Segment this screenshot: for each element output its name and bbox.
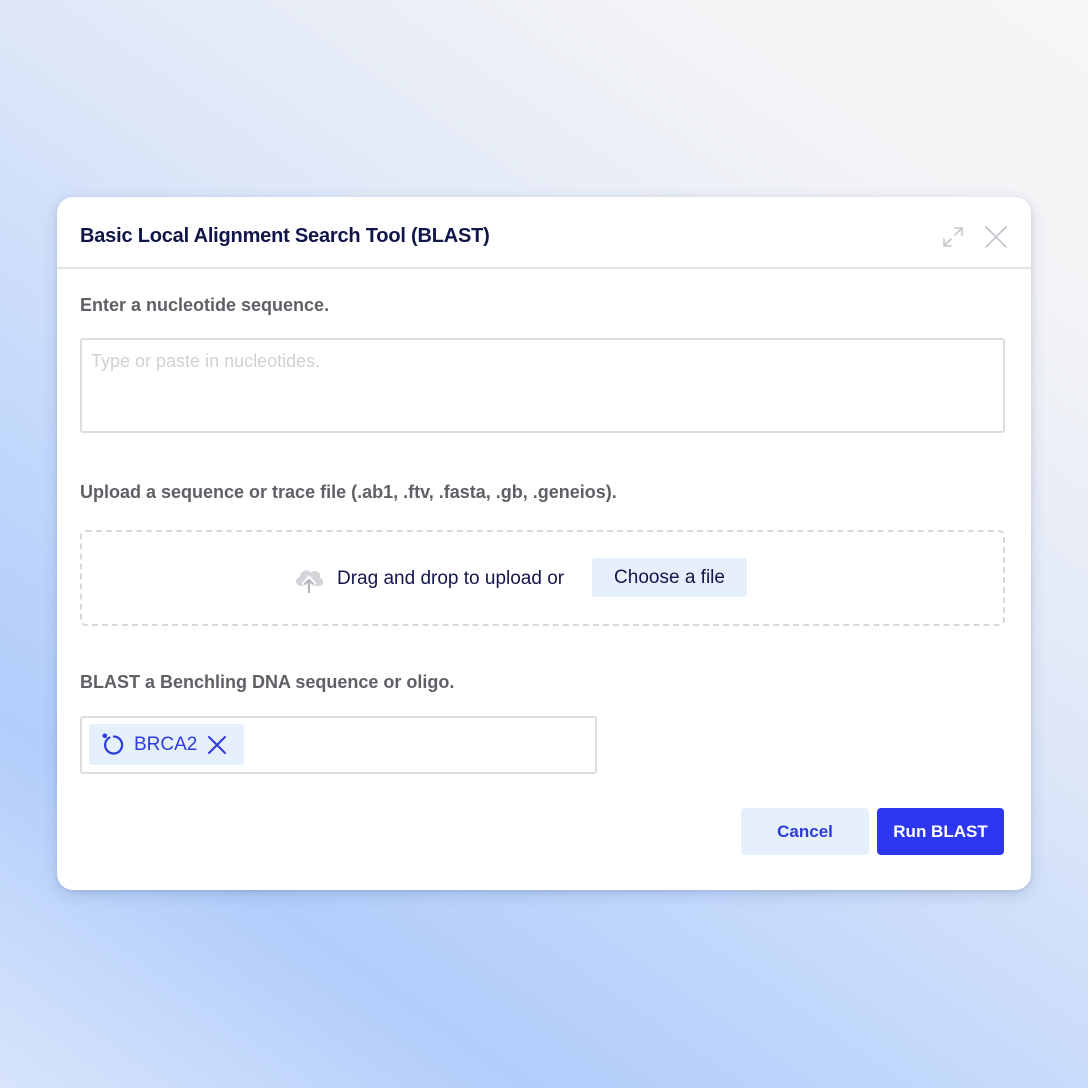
blast-dialog: Basic Local Alignment Search Tool (BLAST… xyxy=(57,197,1031,890)
sequence-chip[interactable]: BRCA2 xyxy=(89,724,244,765)
choose-file-button[interactable]: Choose a file xyxy=(592,558,747,597)
cloud-upload-icon xyxy=(292,562,326,596)
cancel-button[interactable]: Cancel xyxy=(741,808,869,855)
sequence-label: Enter a nucleotide sequence. xyxy=(80,295,330,315)
circular-plasmid-icon xyxy=(102,733,126,757)
close-icon[interactable] xyxy=(983,224,1009,250)
dialog-title: Basic Local Alignment Search Tool (BLAST… xyxy=(80,225,490,247)
file-dropzone[interactable]: Drag and drop to upload or Choose a file xyxy=(80,530,1005,626)
nucleotide-sequence-input[interactable]: Type or paste in nucleotides. xyxy=(80,338,1005,433)
expand-icon[interactable] xyxy=(940,224,966,250)
run-blast-button[interactable]: Run BLAST xyxy=(877,808,1004,855)
dialog-header: Basic Local Alignment Search Tool (BLAST… xyxy=(57,197,1031,269)
drag-drop-text: Drag and drop to upload or xyxy=(337,568,565,589)
nucleotide-sequence-placeholder: Type or paste in nucleotides. xyxy=(91,351,321,371)
benchling-label: BLAST a Benchling DNA sequence or oligo. xyxy=(80,672,455,692)
upload-label: Upload a sequence or trace file (.ab1, .… xyxy=(80,482,617,502)
remove-chip-icon[interactable] xyxy=(206,734,228,756)
benchling-sequence-input[interactable]: BRCA2 xyxy=(80,716,597,774)
chip-label: BRCA2 xyxy=(134,734,198,755)
